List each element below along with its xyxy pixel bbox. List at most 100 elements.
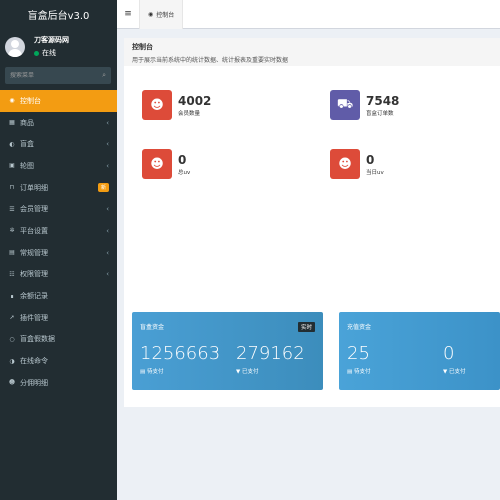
- paid-amount: 279162: [236, 343, 305, 364]
- sidebar-item-balance[interactable]: ∎ 余额记录: [0, 285, 117, 307]
- user-name: 刀客源码网: [34, 36, 69, 44]
- unpaid-label: ▤ 待支付: [347, 367, 370, 375]
- money-icon: ∎: [10, 292, 14, 300]
- sidebar-item-platform-settings[interactable]: ✲ 平台设置 ‹: [0, 220, 117, 242]
- sidebar-item-permissions[interactable]: ☷ 权限管理 ‹: [0, 264, 117, 286]
- panel-blindbox-funds: 盲盒资金 实时 1256663 ▤ 待支付 279162 ▼ 已支付: [132, 312, 323, 390]
- page-subtitle: 用于展示当前系统中的统计数据、统计报表及重要实时数据: [132, 57, 289, 64]
- card-icon: ▤: [347, 369, 353, 375]
- sidebar-item-label: 常规管理: [20, 248, 48, 257]
- sidebar-item-orders[interactable]: ⊓ 订单明细 新: [0, 177, 117, 199]
- sidebar-item-label: 商品: [20, 118, 34, 127]
- sidebar-item-dashboard[interactable]: ◉ 控制台: [0, 90, 117, 112]
- terminal-icon: ◑: [9, 357, 15, 365]
- dashboard-icon: ◉: [148, 10, 154, 18]
- paid-label-text: 已支付: [241, 369, 259, 375]
- filter-icon: ▼: [443, 369, 448, 375]
- sidebar-item-label: 权限管理: [20, 270, 48, 279]
- page-title: 控制台: [132, 43, 153, 51]
- panel-title: 盲盒资金: [140, 324, 165, 331]
- group-icon: ☷: [9, 270, 15, 278]
- sidebar-item-label: 插件管理: [20, 313, 48, 322]
- paid-label-text: 已支付: [448, 369, 466, 375]
- share-icon: ☻: [8, 379, 16, 387]
- paid-amount: 0: [443, 343, 455, 364]
- sidebar-item-goods[interactable]: ▦ 商品 ‹: [0, 112, 117, 134]
- search-icon[interactable]: ⌕: [102, 71, 106, 80]
- sidebar-item-label: 在线命令: [20, 357, 48, 366]
- stat-label: 总uv: [178, 169, 191, 176]
- user-status: 在线: [34, 48, 69, 58]
- image-icon: ▣: [9, 162, 15, 170]
- panel-recharge-funds: 充值资金 25 ▤ 待支付 0 ▼ 已支付: [339, 312, 500, 390]
- cogs-icon: ▤: [9, 249, 15, 257]
- box-icon: ◐: [9, 140, 15, 148]
- chevron-left-icon: ‹: [106, 270, 109, 279]
- stat-label: 会员数量: [178, 110, 201, 117]
- sidebar-item-general[interactable]: ▤ 常规管理 ‹: [0, 242, 117, 264]
- sidebar-item-fake-data[interactable]: ○ 盲盒假数据: [0, 329, 117, 351]
- chevron-left-icon: ‹: [106, 140, 109, 149]
- panel-title: 充值资金: [347, 324, 372, 331]
- stat-card-members: ☻ 4002 会员数量: [124, 83, 308, 127]
- cart-icon: ⛟: [330, 90, 360, 120]
- unpaid-amount: 25: [347, 343, 370, 364]
- unpaid-label-text: 待支付: [353, 369, 371, 375]
- users-icon: ☻: [142, 149, 172, 179]
- chevron-left-icon: ‹: [106, 248, 109, 257]
- main-content: 控制台 用于展示当前系统中的统计数据、统计报表及重要实时数据 ☻ 4002 会员…: [124, 38, 500, 407]
- stat-value: 7548: [366, 93, 400, 108]
- sidebar-item-label: 余额记录: [20, 292, 48, 301]
- rocket-icon: ➚: [9, 314, 15, 322]
- stat-card-orders: ⛟ 7548 盲盒订单数: [312, 83, 496, 127]
- stat-value: 4002: [178, 93, 212, 108]
- chevron-left-icon: ‹: [106, 118, 109, 127]
- user-status-label: 在线: [42, 49, 56, 57]
- sidebar-item-label: 订单明细: [20, 183, 48, 192]
- search-input[interactable]: [10, 72, 90, 79]
- sidebar-item-label: 轮图: [20, 161, 34, 170]
- stat-value: 0: [366, 152, 375, 167]
- unpaid-label-text: 待支付: [146, 369, 164, 375]
- sidebar-item-label: 平台设置: [20, 226, 48, 235]
- user-panel: 刀客源码网 在线: [0, 29, 117, 64]
- stat-label: 当日uv: [366, 169, 384, 176]
- top-header: ≡ ◉ 控制台: [117, 0, 500, 29]
- chevron-left-icon: ‹: [106, 161, 109, 170]
- avatar: [5, 36, 25, 57]
- sidebar-item-label: 盲盒: [20, 140, 34, 149]
- users-icon: ☰: [9, 205, 15, 213]
- stat-card-total-uv: ☻ 0 总uv: [124, 142, 308, 186]
- sidebar: 盲盒后台v3.0 刀客源码网 在线 ⌕ ◉ 控制台 ▦ 商品 ‹ ◐ 盲盒 ‹: [0, 0, 117, 500]
- stat-card-today-uv: ☻ 0 当日uv: [312, 142, 496, 186]
- menu-toggle-icon[interactable]: ≡: [117, 9, 139, 19]
- sidebar-item-label: 分佣明细: [20, 378, 48, 387]
- paid-label: ▼ 已支付: [236, 367, 259, 375]
- filter-icon: ▼: [236, 369, 241, 375]
- sidebar-item-blindbox[interactable]: ◐ 盲盒 ‹: [0, 133, 117, 155]
- tab-dashboard[interactable]: ◉ 控制台: [139, 0, 184, 29]
- paid-label: ▼ 已支付: [443, 367, 466, 375]
- circle-icon: ○: [9, 335, 15, 343]
- new-badge: 新: [97, 183, 109, 193]
- sidebar-item-carousel[interactable]: ▣ 轮图 ‹: [0, 155, 117, 177]
- sidebar-item-label: 会员管理: [20, 205, 48, 214]
- tab-label: 控制台: [156, 11, 175, 19]
- brand-title[interactable]: 盲盒后台v3.0: [0, 0, 117, 29]
- content-header: 控制台 用于展示当前系统中的统计数据、统计报表及重要实时数据: [124, 38, 500, 66]
- dashboard-icon: ◉: [9, 97, 15, 105]
- sidebar-item-members[interactable]: ☰ 会员管理 ‹: [0, 198, 117, 220]
- goods-icon: ▦: [9, 119, 15, 127]
- sidebar-item-commission[interactable]: ☻ 分佣明细: [0, 372, 117, 394]
- cart-icon: ⊓: [9, 184, 15, 192]
- users-icon: ☻: [330, 149, 360, 179]
- sidebar-item-plugins[interactable]: ➚ 插件管理: [0, 307, 117, 329]
- sidebar-item-label: 盲盒假数据: [20, 335, 55, 344]
- sidebar-search: ⌕: [5, 67, 111, 84]
- chevron-left-icon: ‹: [106, 205, 109, 214]
- realtime-badge: 实时: [297, 322, 315, 332]
- stat-value: 0: [178, 152, 187, 167]
- unpaid-amount: 1256663: [140, 343, 221, 364]
- sidebar-item-online-command[interactable]: ◑ 在线命令: [0, 350, 117, 372]
- users-icon: ☻: [142, 90, 172, 120]
